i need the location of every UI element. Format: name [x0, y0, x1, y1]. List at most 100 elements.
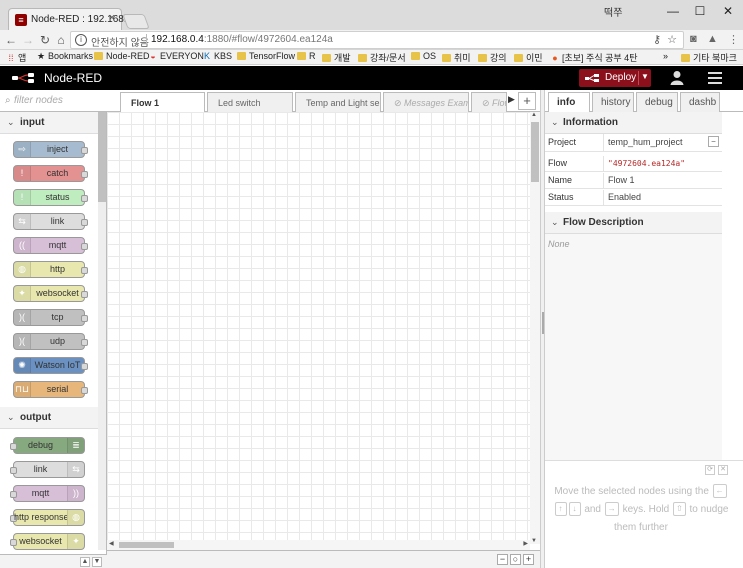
expand-all-icon[interactable]: ▼ — [92, 557, 102, 567]
help-text-and: and — [584, 504, 601, 515]
node-red-logo-icon — [12, 73, 34, 83]
new-tab-button[interactable] — [122, 14, 150, 29]
tab-temp-and-light[interactable]: Temp and Light sens — [295, 92, 381, 112]
tab-flow-disabled[interactable]: ⊘ Flow — [471, 92, 507, 112]
palette-node-serial-in[interactable]: ⊓⊔ serial — [13, 381, 88, 398]
bookmark-lecture[interactable]: 강의 — [478, 51, 507, 64]
bookmark-stock[interactable]: ● [초보] 주식 공부 4탄 — [550, 51, 637, 64]
broadcast-icon: (( — [14, 238, 31, 253]
bookmark-star-icon[interactable]: ☆ — [667, 33, 677, 46]
palette-node-link-in[interactable]: ⇆ link — [13, 213, 88, 230]
deploy-options-caret-icon[interactable]: ▼ — [641, 72, 649, 81]
bookmark-immigration[interactable]: 이민 — [514, 51, 543, 64]
site-info-icon[interactable]: i — [75, 34, 87, 46]
browser-profile-name[interactable]: 떡쭈 — [604, 4, 622, 19]
bookmark-kbs[interactable]: K KBS — [202, 51, 232, 61]
scroll-left-icon[interactable]: ◀ — [109, 540, 114, 547]
palette-node-mqtt-in[interactable]: (( mqtt — [13, 237, 88, 254]
palette-filter-input[interactable]: filter nodes — [14, 95, 63, 106]
bookmark-apps[interactable]: ⁞⁞ 앱 — [6, 51, 26, 64]
canvas-hscroll-thumb[interactable] — [119, 542, 174, 548]
zoom-reset-button[interactable]: ○ — [510, 554, 521, 565]
scroll-up-icon[interactable]: ▲ — [531, 112, 537, 118]
bookmark-os[interactable]: OS — [411, 51, 436, 61]
watson-icon: ✺ — [14, 358, 31, 373]
tab-led-switch[interactable]: Led switch — [207, 92, 293, 112]
scroll-right-icon[interactable]: ▶ — [523, 540, 528, 547]
bookmark-bookmarks[interactable]: ★ Bookmarks — [36, 51, 93, 62]
palette-node-status[interactable]: ! status — [13, 189, 88, 206]
tab-debug[interactable]: debug — [636, 92, 678, 112]
palette-node-debug[interactable]: debug ≣ — [10, 437, 85, 454]
close-window-button[interactable]: ✕ — [716, 2, 740, 20]
palette-node-tcp-in[interactable]: )( tcp — [13, 309, 88, 326]
palette-filter[interactable]: ⌕ filter nodes — [0, 90, 107, 112]
help-tip-refresh-icon[interactable]: ⟳ — [705, 465, 715, 475]
password-key-icon[interactable]: ⚷ — [653, 33, 661, 46]
bookmark-courses[interactable]: 강좌/문서 — [358, 51, 406, 64]
tab-dashboard[interactable]: dashb ⊞ — [680, 92, 720, 112]
palette-scroll-thumb[interactable] — [98, 112, 106, 202]
chrome-menu-icon[interactable]: ⋮ — [728, 33, 739, 46]
back-icon[interactable]: ← — [4, 32, 18, 48]
bookmarks-overflow-button[interactable]: » — [663, 51, 668, 61]
bookmark-everyon[interactable]: ◒ EVERYON — [148, 51, 204, 61]
add-flow-button[interactable]: + — [518, 92, 536, 110]
bookmark-tensorflow[interactable]: TensorFlow — [237, 51, 295, 61]
palette-node-http-response[interactable]: http response ◍ — [10, 509, 85, 526]
other-bookmarks[interactable]: 기타 북마크 — [681, 51, 737, 64]
deploy-label: Deploy — [605, 72, 637, 83]
separator-grip[interactable] — [542, 312, 544, 334]
url-text[interactable]: 192.168.0.4:1880/#flow/4972604.ea124a — [151, 34, 333, 45]
flow-description-header[interactable]: ⌄ Flow Description — [545, 212, 722, 234]
palette-category-output[interactable]: ⌄ output — [0, 407, 98, 429]
sidebar-tabs: info history debug dashb ⊞ — [545, 90, 743, 113]
deploy-button[interactable]: Deploy ▼ — [579, 69, 651, 87]
tab-messages-example[interactable]: ⊘ Messages Examp — [383, 92, 469, 112]
flow-canvas[interactable] — [107, 112, 530, 544]
bookmark-label: Bookmarks — [48, 51, 94, 61]
browser-tab[interactable]: ≡ Node-RED : 192.168.0.4 × — [8, 8, 141, 30]
canvas-horizontal-scrollbar[interactable]: ◀ ▶ — [107, 540, 530, 550]
collapse-all-icon[interactable]: ▲ — [80, 557, 90, 567]
tab-history[interactable]: history — [592, 92, 634, 112]
project-collapse-icon[interactable]: − — [708, 136, 719, 147]
information-section-header[interactable]: ⌄ Information — [545, 112, 722, 134]
help-tip-close-icon[interactable]: ✕ — [718, 465, 728, 475]
reload-icon[interactable]: ↻ — [38, 32, 52, 48]
camera-extension-icon[interactable]: ◙ — [690, 33, 697, 45]
palette-node-udp-in[interactable]: )( udp — [13, 333, 88, 350]
palette-node-link-out[interactable]: link ⇆ — [10, 461, 85, 478]
main-menu-icon[interactable] — [708, 72, 722, 84]
zoom-in-button[interactable]: + — [523, 554, 534, 565]
palette-category-input[interactable]: ⌄ input — [0, 112, 98, 134]
tab-info[interactable]: info — [548, 92, 590, 113]
palette-node-watson-iot-in[interactable]: ✺ Watson IoT — [13, 357, 88, 374]
tab-flow-1[interactable]: Flow 1 — [120, 92, 205, 113]
address-bar[interactable]: i 안전하지 않음 192.168.0.4:1880/#flow/4972604… — [70, 31, 684, 49]
minimize-button[interactable]: — — [661, 2, 685, 20]
bookmark-hobby[interactable]: 취미 — [442, 51, 471, 64]
bookmark-dev[interactable]: 개발 — [322, 51, 351, 64]
bookmark-r[interactable]: R — [297, 51, 316, 61]
close-tab-icon[interactable]: × — [109, 12, 115, 24]
palette-node-websocket-in[interactable]: ✦ websocket — [13, 285, 88, 302]
palette-node-mqtt-out[interactable]: mqtt )) — [10, 485, 85, 502]
maximize-button[interactable]: ☐ — [688, 2, 712, 20]
palette-node-catch[interactable]: ! catch — [13, 165, 88, 182]
home-icon[interactable]: ⌂ — [54, 32, 68, 48]
palette-node-inject[interactable]: ⇨ inject — [13, 141, 88, 158]
palette-node-websocket-out[interactable]: websocket ✦ — [10, 533, 85, 550]
forward-icon[interactable]: → — [21, 32, 35, 48]
zoom-out-button[interactable]: − — [497, 554, 508, 565]
bookmark-node-red[interactable]: Node-RED — [94, 51, 150, 61]
canvas-vertical-scrollbar[interactable]: ▲ ▼ — [530, 112, 540, 544]
canvas-vscroll-thumb[interactable] — [531, 122, 539, 182]
output-port — [81, 243, 88, 250]
palette-scrollbar[interactable] — [98, 112, 106, 550]
extension-icon[interactable]: ▲ — [707, 33, 718, 45]
scroll-down-icon[interactable]: ▼ — [531, 538, 537, 544]
scroll-tabs-right-icon[interactable]: ▶ — [508, 94, 515, 105]
user-icon[interactable] — [670, 70, 684, 86]
palette-node-http-in[interactable]: ◍ http — [13, 261, 88, 278]
